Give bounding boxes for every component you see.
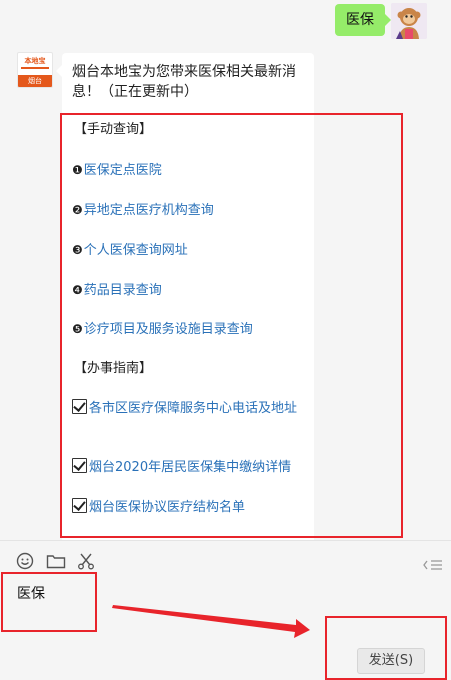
brand-logo-text: 本地宝 bbox=[24, 57, 46, 65]
checkbox-icon bbox=[72, 399, 87, 414]
link-personal-query[interactable]: ❸个人医保查询网址 bbox=[72, 240, 308, 261]
link-label: 各市区医疗保障服务中心电话及地址 bbox=[89, 401, 298, 416]
outgoing-message-bubble: 医保 bbox=[335, 4, 391, 36]
scissors-icon[interactable] bbox=[77, 552, 95, 570]
annotation-highlight-input bbox=[1, 572, 97, 632]
section-title-service-guide: 【办事指南】 bbox=[74, 361, 153, 376]
link-label: 药品目录查询 bbox=[83, 283, 162, 298]
account-avatar[interactable]: 本地宝 烟台 bbox=[17, 52, 53, 88]
incoming-message-bubble: 烟台本地宝为您带来医保相关最新消息！（正在更新中） 【手动查询】 ❶医保定点医院… bbox=[56, 53, 314, 540]
link-label: 异地定点医疗机构查询 bbox=[83, 203, 214, 218]
message-intro: 烟台本地宝为您带来医保相关最新消息！（正在更新中） bbox=[72, 64, 296, 100]
section-title-manual-query: 【手动查询】 bbox=[74, 122, 153, 137]
link-label: 烟台医保协议医疗结构名单 bbox=[89, 500, 246, 515]
item-number: ❸ bbox=[72, 243, 83, 257]
item-number: ❶ bbox=[72, 163, 83, 177]
link-label: 医保定点医院 bbox=[83, 163, 162, 178]
message-input-text[interactable]: 医保 bbox=[17, 584, 45, 604]
monkey-icon bbox=[391, 3, 427, 39]
checkbox-icon bbox=[72, 498, 87, 513]
link-2020-payment-details[interactable]: 烟台2020年居民医保集中缴纳详情 bbox=[72, 458, 308, 478]
chat-history-icon[interactable] bbox=[423, 557, 443, 576]
link-service-center-contacts[interactable]: 各市区医疗保障服务中心电话及地址 bbox=[72, 399, 308, 419]
item-number: ❷ bbox=[72, 203, 83, 217]
item-number: ❺ bbox=[72, 322, 83, 336]
user-avatar[interactable] bbox=[391, 3, 427, 39]
checkbox-icon bbox=[72, 458, 87, 473]
link-treatment-catalog[interactable]: ❺诊疗项目及服务设施目录查询 bbox=[72, 319, 308, 340]
link-contracted-institutions[interactable]: 烟台医保协议医疗结构名单 bbox=[72, 498, 308, 518]
link-label: 诊疗项目及服务设施目录查询 bbox=[83, 322, 253, 337]
message-input-area[interactable]: 医保 发送(S) bbox=[0, 540, 451, 680]
link-offsite-institutions[interactable]: ❷异地定点医疗机构查询 bbox=[72, 200, 308, 221]
brand-logo-rule bbox=[21, 67, 49, 69]
link-label: 烟台2020年居民医保集中缴纳详情 bbox=[89, 460, 292, 475]
brand-logo-city: 烟台 bbox=[18, 75, 52, 87]
item-number: ❹ bbox=[72, 283, 83, 297]
link-drug-catalog[interactable]: ❹药品目录查询 bbox=[72, 280, 308, 301]
link-label: 个人医保查询网址 bbox=[83, 243, 188, 258]
send-button[interactable]: 发送(S) bbox=[357, 648, 425, 674]
link-designated-hospitals[interactable]: ❶医保定点医院 bbox=[72, 160, 308, 181]
chat-area: 医保 本地宝 烟台 烟台本地宝为您带来医保相关最新消息！（正在更新中） 【手动查… bbox=[0, 0, 451, 540]
emoji-icon[interactable] bbox=[16, 552, 34, 570]
folder-icon[interactable] bbox=[46, 552, 66, 570]
